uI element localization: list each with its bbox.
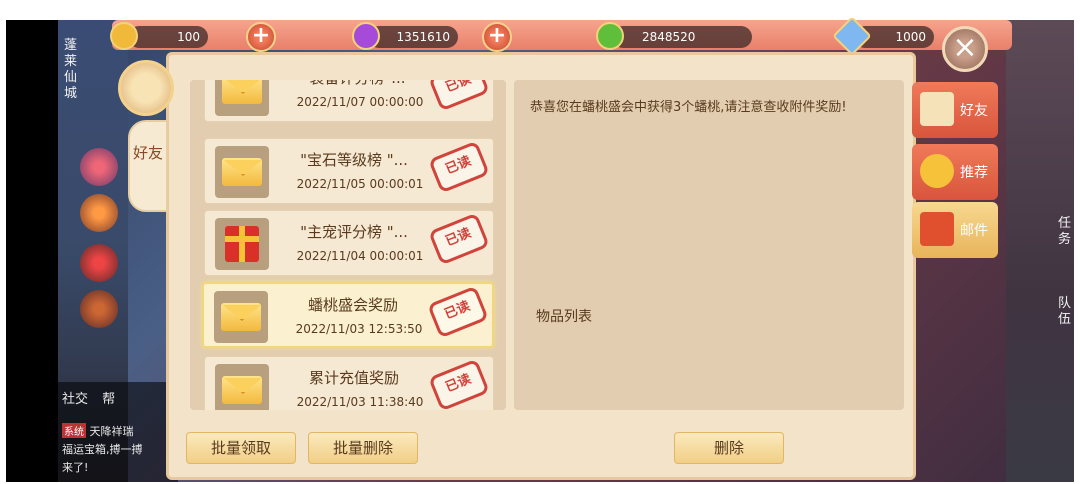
gold-coin-icon bbox=[110, 22, 138, 50]
scroll-icon bbox=[920, 92, 954, 126]
moon-icon bbox=[118, 60, 174, 116]
mail-date: 2022/11/07 00:00:00 bbox=[296, 95, 424, 109]
right-hud: 任务 队伍 bbox=[1006, 20, 1074, 482]
purple-gem-icon bbox=[352, 22, 380, 50]
task-label[interactable]: 任务 bbox=[1058, 216, 1074, 248]
read-stamp: 已读 bbox=[428, 358, 490, 410]
tab-friends[interactable]: 好友 bbox=[912, 82, 998, 138]
tab-mail-label: 邮件 bbox=[960, 223, 988, 239]
social-label[interactable]: 社交 bbox=[62, 392, 88, 407]
delete-button[interactable]: 删除 bbox=[674, 432, 784, 464]
recommend-icon bbox=[920, 154, 954, 188]
tab-friends-label: 好友 bbox=[960, 103, 988, 119]
mail-list[interactable]: "装备评分榜"... 2022/11/07 00:00:00 已读 "宝石等级榜… bbox=[190, 80, 506, 410]
mail-date: 2022/11/05 00:00:01 bbox=[296, 177, 424, 191]
gift-icon bbox=[225, 226, 259, 262]
mail-title: "主宠评分榜 "... bbox=[300, 223, 408, 241]
items-label: 物品列表 bbox=[536, 309, 592, 325]
help-label[interactable]: 帮 bbox=[102, 392, 115, 407]
green-gem-icon bbox=[596, 22, 624, 50]
mail-title: "宝石等级榜 "... bbox=[300, 151, 408, 169]
mail-icon-box bbox=[215, 218, 269, 270]
team-label[interactable]: 队伍 bbox=[1058, 296, 1074, 328]
mail-tab-icon bbox=[920, 212, 954, 246]
chat-line-2: 福运宝箱,搏一搏 bbox=[62, 443, 143, 456]
mail-item[interactable]: "主宠评分榜 "... 2022/11/04 00:00:01 已读 bbox=[204, 210, 494, 276]
gold-amount: 100 bbox=[128, 26, 208, 48]
mail-icon-box bbox=[214, 291, 268, 343]
city-label: 蓬莱仙城 bbox=[64, 38, 78, 101]
mail-title: 累计充值奖励 bbox=[308, 369, 399, 387]
system-tag: 系统 bbox=[62, 423, 86, 438]
chat-box[interactable]: 社交 帮 系统 天降祥瑞 福运宝箱,搏一搏 来了! bbox=[58, 382, 178, 482]
tab-friends-left-label: 好友 bbox=[132, 144, 163, 162]
tab-recommend[interactable]: 推荐 bbox=[912, 144, 998, 200]
batch-delete-button[interactable]: 批量删除 bbox=[308, 432, 418, 464]
mail-item[interactable]: 累计充值奖励 2022/11/03 11:38:40 已读 bbox=[204, 356, 494, 410]
mail-date: 2022/11/03 11:38:40 bbox=[296, 395, 424, 409]
reward-icon[interactable] bbox=[80, 194, 118, 232]
add-purple-gem-button[interactable]: + bbox=[482, 22, 512, 52]
left-black-bar bbox=[6, 20, 58, 482]
mail-item[interactable]: "宝石等级榜 "... 2022/11/05 00:00:01 已读 bbox=[204, 138, 494, 204]
purple-gem-amount: 1351610 bbox=[368, 26, 458, 48]
mail-icon-box bbox=[215, 146, 269, 198]
mail-date: 2022/11/03 12:53:50 bbox=[295, 322, 423, 336]
mail-icon-box bbox=[215, 364, 269, 410]
chat-line-3: 来了! bbox=[62, 461, 89, 474]
mail-date: 2022/11/04 00:00:01 bbox=[296, 249, 424, 263]
envelope-icon bbox=[221, 303, 261, 331]
close-button[interactable]: × bbox=[942, 26, 988, 72]
tab-friends-left[interactable]: 好友 bbox=[128, 120, 168, 212]
mail-icon-box bbox=[215, 80, 269, 116]
add-gold-button[interactable]: + bbox=[246, 22, 276, 52]
mail-item[interactable]: "装备评分榜"... 2022/11/07 00:00:00 已读 bbox=[204, 80, 494, 122]
chat-line-1: 天降祥瑞 bbox=[89, 425, 134, 438]
event-icon[interactable] bbox=[80, 148, 118, 186]
mail-title: "装备评分榜"... bbox=[279, 80, 429, 88]
mail-title: 蟠桃盛会奖励 bbox=[307, 296, 398, 314]
envelope-icon bbox=[222, 376, 262, 404]
mail-message: 恭喜您在蟠桃盛会中获得3个蟠桃,请注意查收附件奖励! bbox=[530, 100, 847, 115]
batch-claim-button[interactable]: 批量领取 bbox=[186, 432, 296, 464]
tab-mail[interactable]: 邮件 bbox=[912, 202, 998, 258]
green-gem-amount: 2848520 bbox=[612, 26, 752, 48]
mail-detail: 恭喜您在蟠桃盛会中获得3个蟠桃,请注意查收附件奖励! 物品列表 bbox=[514, 80, 904, 410]
trade-icon[interactable] bbox=[80, 290, 118, 328]
envelope-icon bbox=[222, 80, 262, 104]
treasure-icon[interactable] bbox=[80, 244, 118, 282]
mail-item-selected[interactable]: 蟠桃盛会奖励 2022/11/03 12:53:50 已读 bbox=[202, 282, 494, 348]
envelope-icon bbox=[222, 158, 262, 186]
tab-recommend-label: 推荐 bbox=[960, 165, 988, 181]
